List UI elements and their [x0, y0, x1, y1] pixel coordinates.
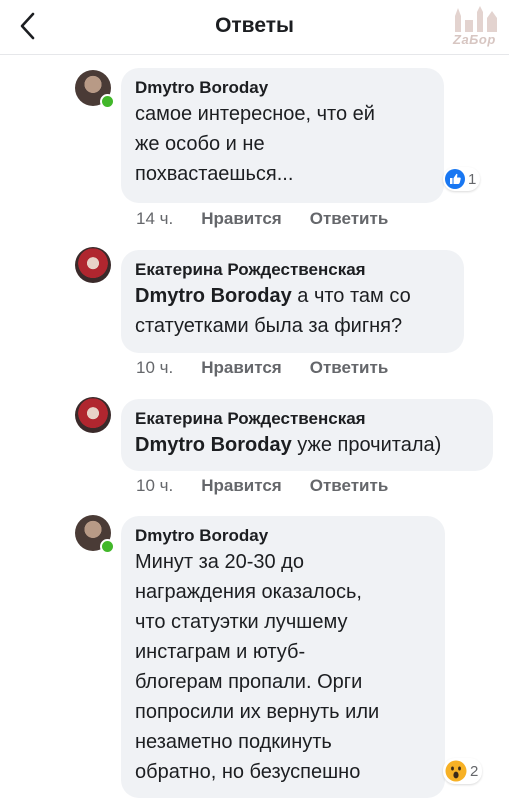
- mention-link[interactable]: Dmytro Boroday: [135, 285, 292, 307]
- comment-meta: 10 ч. Нравится Ответить: [136, 358, 416, 378]
- comment-bubble: Dmytro Boroday Минут за 20-30 до награжд…: [121, 516, 445, 798]
- online-status-dot: [100, 539, 115, 554]
- reply-link[interactable]: Ответить: [310, 358, 389, 377]
- avatar[interactable]: [75, 515, 115, 554]
- reply-link[interactable]: Ответить: [310, 209, 389, 228]
- comment-author[interactable]: Екатерина Рождественская: [135, 408, 479, 430]
- like-link[interactable]: Нравится: [201, 209, 282, 228]
- top-bar: Ответы ZaБор: [0, 0, 509, 55]
- comment-line: незаметно подкинуть: [135, 731, 332, 753]
- comment-author[interactable]: Екатерина Рождественская: [135, 259, 450, 281]
- comment-author[interactable]: Dmytro Boroday: [135, 77, 430, 99]
- comment-text: а что там со: [291, 285, 411, 307]
- online-status-dot: [100, 94, 115, 109]
- comment-line: блогерам пропали. Орги: [135, 671, 363, 693]
- comment-line: статуетками была за фигня?: [135, 315, 403, 337]
- comment-line: Минут за 20-30 до: [135, 551, 304, 573]
- like-icon: [445, 169, 465, 189]
- comment-line: обратно, но безуспешно: [135, 761, 361, 783]
- reaction-badge[interactable]: 2: [443, 758, 483, 784]
- comment-line: что статуэтки лучшему: [135, 611, 348, 633]
- comment-time: 14 ч.: [136, 209, 174, 228]
- like-link[interactable]: Нравится: [201, 358, 282, 377]
- comment-bubble: Dmytro Boroday самое интересное, что ей …: [121, 68, 444, 203]
- watermark-text: ZaБор: [453, 32, 496, 47]
- comment-line: же особо и не: [135, 133, 265, 155]
- avatar[interactable]: [75, 247, 113, 285]
- comment-line: попросили их вернуть или: [135, 701, 380, 723]
- comment-line: самое интересное, что ей: [135, 103, 375, 125]
- reaction-badge[interactable]: 1: [443, 167, 481, 191]
- mention-link[interactable]: Dmytro Boroday: [135, 434, 292, 456]
- comment-bubble: Екатерина Рождественская Dmytro Boroday …: [121, 399, 493, 471]
- avatar[interactable]: [75, 70, 115, 109]
- comment-time: 10 ч.: [136, 476, 174, 495]
- comment-meta: 10 ч. Нравится Ответить: [136, 476, 416, 496]
- comment-line: награждения оказалось,: [135, 581, 362, 603]
- watermark-logo: ZaБор: [449, 6, 505, 54]
- comment-bubble: Екатерина Рождественская Dmytro Boroday …: [121, 250, 464, 353]
- comment-text: уже прочитала): [291, 434, 442, 456]
- reaction-count: 1: [468, 170, 477, 188]
- comment-author[interactable]: Dmytro Boroday: [135, 525, 431, 547]
- wow-icon: [445, 760, 467, 782]
- comment-meta: 14 ч. Нравится Ответить: [136, 209, 416, 229]
- reaction-count: 2: [470, 762, 479, 780]
- reply-link[interactable]: Ответить: [310, 476, 389, 495]
- avatar[interactable]: [75, 397, 113, 435]
- comment-line: инстаграм и ютуб-: [135, 641, 306, 663]
- comment-line: похвастаешься...: [135, 163, 294, 185]
- comment-time: 10 ч.: [136, 358, 174, 377]
- page-title: Ответы: [215, 14, 294, 37]
- like-link[interactable]: Нравится: [201, 476, 282, 495]
